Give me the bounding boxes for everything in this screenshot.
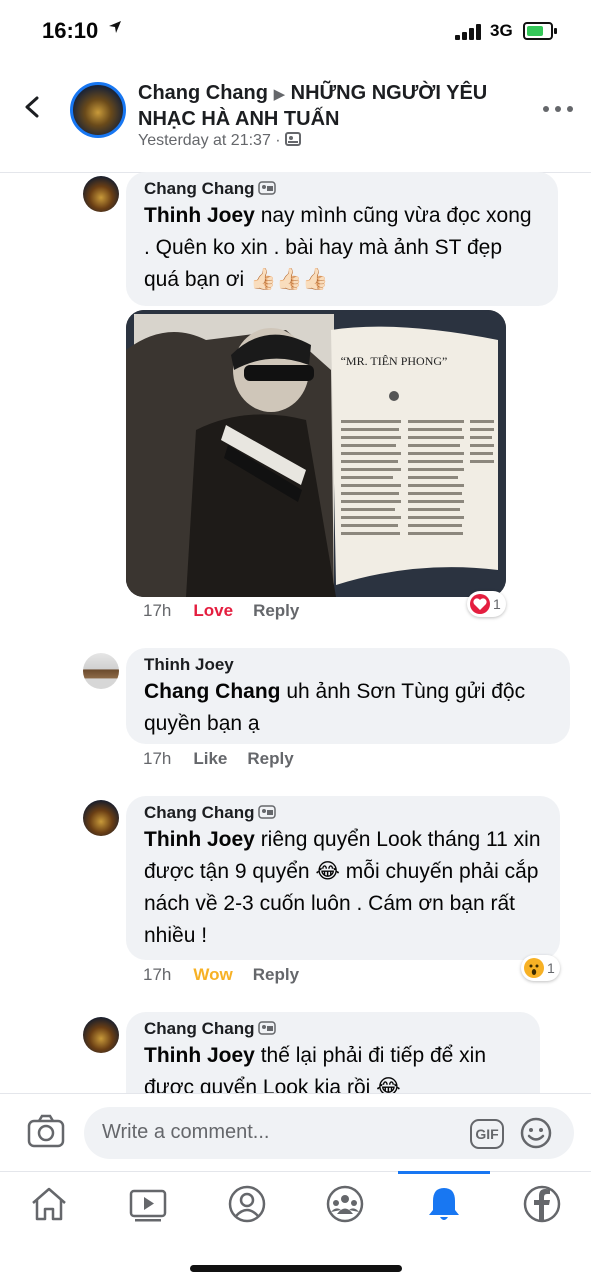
tab-notifications-icon[interactable] <box>422 1184 466 1224</box>
bottom-tab-bar <box>0 1171 591 1282</box>
group-badge-icon <box>257 181 276 195</box>
commenter-avatar[interactable] <box>83 653 119 689</box>
status-time: 16:10 <box>42 18 99 43</box>
mention[interactable]: Thinh Joey <box>144 204 255 227</box>
comment-author[interactable]: Chang Chang <box>144 178 540 200</box>
comment-input[interactable]: Write a comment... GIF <box>84 1107 574 1159</box>
post-title: Chang Chang ▶ NHỮNG NGƯỜI YÊU NHẠC HÀ AN… <box>138 81 518 132</box>
comment-time: 17h <box>143 749 172 768</box>
camera-icon[interactable] <box>27 1114 65 1148</box>
comment-author[interactable]: Chang Chang <box>144 802 542 824</box>
reaction-count[interactable]: 1 <box>521 955 560 981</box>
tab-home-icon[interactable] <box>27 1184 71 1224</box>
battery-icon <box>523 22 557 40</box>
commenter-avatar[interactable] <box>83 800 119 836</box>
status-bar: 16:10 3G <box>0 0 591 64</box>
tab-watch-icon[interactable] <box>126 1184 170 1224</box>
commenter-avatar[interactable] <box>83 176 119 212</box>
author-avatar[interactable] <box>70 82 126 138</box>
group-badge-icon <box>257 805 276 819</box>
tab-profile-icon[interactable] <box>225 1184 269 1224</box>
reply-button[interactable]: Reply <box>253 965 299 984</box>
love-reaction-icon <box>470 594 490 614</box>
location-arrow-icon <box>109 21 121 33</box>
magazine-photo[interactable]: “MR. TIÊN PHONG” <box>126 310 506 597</box>
comment-author[interactable]: Thinh Joey <box>144 654 552 676</box>
photo-headline: “MR. TIÊN PHONG” <box>341 354 448 368</box>
comment-text: Thinh Joey nay mình cũng vừa đọc xong . … <box>144 204 532 291</box>
comment-actions: 17h Wow Reply <box>143 965 319 985</box>
comment-bubble: Chang Chang Thinh Joey nay mình cũng vừa… <box>126 172 558 306</box>
back-arrow-icon[interactable] <box>22 96 44 118</box>
like-button[interactable]: Like <box>193 749 227 768</box>
emoji-icon[interactable] <box>520 1117 552 1149</box>
mention[interactable]: Chang Chang <box>144 680 281 703</box>
reply-button[interactable]: Reply <box>247 749 293 768</box>
tab-facebook-menu-icon[interactable] <box>520 1184 564 1224</box>
mention[interactable]: Thinh Joey <box>144 1044 255 1067</box>
wow-reaction-icon <box>524 958 544 978</box>
home-indicator <box>190 1265 402 1272</box>
comment-bubble: Chang Chang Thinh Joey riêng quyển Look … <box>126 796 560 960</box>
comment-actions: 17h Like Reply <box>143 749 314 769</box>
comment-actions: 17h Love Reply <box>143 601 319 621</box>
group-privacy-icon <box>285 132 302 146</box>
love-button[interactable]: Love <box>193 601 233 620</box>
more-options-icon[interactable] <box>543 104 573 114</box>
comment-author[interactable]: Chang Chang <box>144 1018 522 1040</box>
commenter-avatar[interactable] <box>83 1017 119 1053</box>
comment-bubble: Thinh Joey Chang Chang uh ảnh Sơn Tùng g… <box>126 648 570 744</box>
tab-groups-icon[interactable] <box>323 1184 367 1224</box>
active-tab-indicator <box>398 1171 490 1174</box>
comment-time: 17h <box>143 601 172 620</box>
post-author[interactable]: Chang Chang <box>138 82 268 104</box>
thumbs-up-emoji: 👍🏻👍🏻👍🏻 <box>250 268 329 291</box>
post-header: Chang Chang ▶ NHỮNG NGƯỜI YÊU NHẠC HÀ AN… <box>0 64 591 173</box>
group-badge-icon <box>257 1021 276 1035</box>
reply-button[interactable]: Reply <box>253 601 299 620</box>
arrow-right-icon: ▶ <box>273 86 286 103</box>
comment-placeholder: Write a comment... <box>102 1121 270 1143</box>
gif-icon[interactable]: GIF <box>470 1119 504 1149</box>
comment-text: Chang Chang uh ảnh Sơn Tùng gửi độc quyề… <box>144 680 526 735</box>
post-meta: Yesterday at 21:37 · <box>138 132 302 150</box>
magazine-illustration: “MR. TIÊN PHONG” <box>126 310 506 597</box>
reaction-count[interactable]: 1 <box>467 591 506 617</box>
wow-button[interactable]: Wow <box>193 965 232 984</box>
comment-text: Thinh Joey riêng quyển Look tháng 11 xin… <box>144 828 541 947</box>
signal-icon <box>455 24 485 40</box>
comment-time: 17h <box>143 965 172 984</box>
network-type: 3G <box>490 21 513 40</box>
post-timestamp: Yesterday at 21:37 · <box>138 132 281 149</box>
mention[interactable]: Thinh Joey <box>144 828 255 851</box>
comment-composer: Write a comment... GIF <box>0 1093 591 1172</box>
